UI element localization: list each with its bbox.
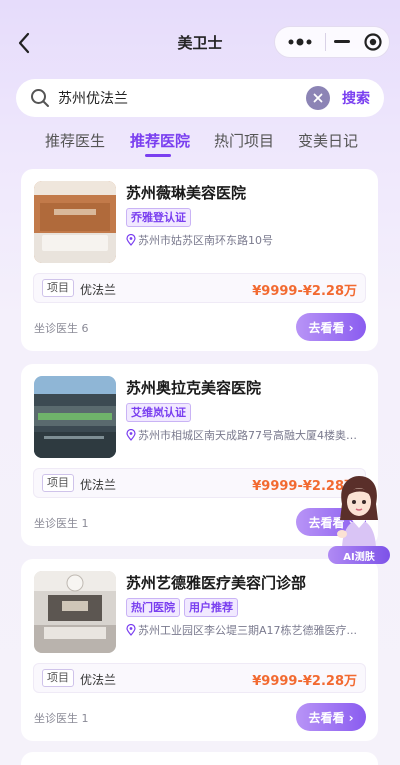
project-tag: 项目 <box>42 474 74 492</box>
minimize-icon[interactable] <box>326 26 357 58</box>
address-text: 苏州工业园区李公堤三期A17栋艺德雅医疗... <box>138 624 358 637</box>
mini-program-capsule <box>274 26 390 58</box>
project-row[interactable]: 项目 优法兰 ¥9999-¥2.28万 <box>33 273 366 303</box>
address-text: 苏州市相城区南天成路77号高融大厦4楼奥拉... <box>138 429 366 442</box>
price-range: ¥9999-¥2.28万 <box>252 674 357 689</box>
hospital-photo <box>34 571 116 653</box>
project-tag: 项目 <box>42 279 74 297</box>
hospital-address: 苏州市相城区南天成路77号高融大厦4楼奥拉... <box>126 427 366 443</box>
tab-recommended-hospitals[interactable]: 推荐医院 <box>130 130 190 151</box>
view-hospital-button[interactable]: 去看看 › <box>296 703 366 731</box>
project-name: 优法兰 <box>80 478 117 492</box>
certification-tag: 乔雅登认证 <box>126 208 191 227</box>
clear-icon[interactable] <box>306 86 330 110</box>
user-recommended-tag: 用户推荐 <box>184 598 238 617</box>
hot-hospital-tag: 热门医院 <box>126 598 180 617</box>
search-input[interactable] <box>58 90 306 106</box>
hospital-tags: 乔雅登认证 <box>126 208 191 227</box>
hospital-name: 苏州艺德雅医疗美容门诊部 <box>126 574 307 592</box>
project-tag: 项目 <box>42 669 74 687</box>
hospital-name: 苏州薇琳美容医院 <box>126 184 247 202</box>
hospital-card[interactable]: 苏州艺德雅医疗美容门诊部 热门医院 用户推荐 苏州工业园区李公堤三期A17栋艺德… <box>21 559 378 741</box>
hospital-photo <box>34 181 116 263</box>
project-row[interactable]: 项目 优法兰 ¥9999-¥2.28万 <box>33 468 366 498</box>
hospital-photo <box>34 376 116 458</box>
tab-beauty-diary[interactable]: 变美日记 <box>298 130 358 151</box>
active-tab-indicator <box>145 154 171 157</box>
project-name: 优法兰 <box>80 673 117 687</box>
close-mini-program-icon[interactable] <box>358 26 389 58</box>
search-button[interactable]: 搜索 <box>342 88 370 108</box>
ai-skin-test-widget[interactable]: AI测肤 <box>328 474 390 566</box>
doctor-count: 坐诊医生 1 <box>34 712 89 725</box>
hospital-card-partial <box>21 752 378 765</box>
project-name: 优法兰 <box>80 283 117 297</box>
hospital-tags: 艾维岚认证 <box>126 403 191 422</box>
tab-recommended-doctors[interactable]: 推荐医生 <box>45 130 105 151</box>
hospital-name: 苏州奥拉克美容医院 <box>126 379 262 397</box>
price-range: ¥9999-¥2.28万 <box>252 284 357 299</box>
project-row[interactable]: 项目 优法兰 ¥9999-¥2.28万 <box>33 663 366 693</box>
hospital-tags: 热门医院 用户推荐 <box>126 598 238 617</box>
location-pin-icon <box>126 429 136 441</box>
search-icon <box>31 89 49 107</box>
hospital-card[interactable]: 苏州薇琳美容医院 乔雅登认证 苏州市姑苏区南环东路10号 项目 优法兰 ¥999… <box>21 169 378 351</box>
address-text: 苏州市姑苏区南环东路10号 <box>138 234 273 247</box>
hospital-address: 苏州市姑苏区南环东路10号 <box>126 232 366 248</box>
location-pin-icon <box>126 624 136 636</box>
doctor-count: 坐诊医生 1 <box>34 517 89 530</box>
hospital-address: 苏州工业园区李公堤三期A17栋艺德雅医疗... <box>126 622 366 638</box>
certification-tag: 艾维岚认证 <box>126 403 191 422</box>
top-bar: 美卫士 <box>0 0 400 84</box>
view-hospital-button[interactable]: 去看看 › <box>296 313 366 341</box>
assistant-avatar-icon <box>337 476 378 550</box>
tab-hot-projects[interactable]: 热门项目 <box>214 130 274 151</box>
tab-bar: 推荐医生 推荐医院 热门项目 变美日记 <box>0 124 400 160</box>
location-pin-icon <box>126 234 136 246</box>
doctor-count: 坐诊医生 6 <box>34 322 89 335</box>
hospital-card[interactable]: 苏州奥拉克美容医院 艾维岚认证 苏州市相城区南天成路77号高融大厦4楼奥拉...… <box>21 364 378 546</box>
more-icon[interactable] <box>275 26 325 58</box>
search-bar: 搜索 <box>16 79 384 117</box>
ai-skin-test-label: AI测肤 <box>328 546 390 564</box>
